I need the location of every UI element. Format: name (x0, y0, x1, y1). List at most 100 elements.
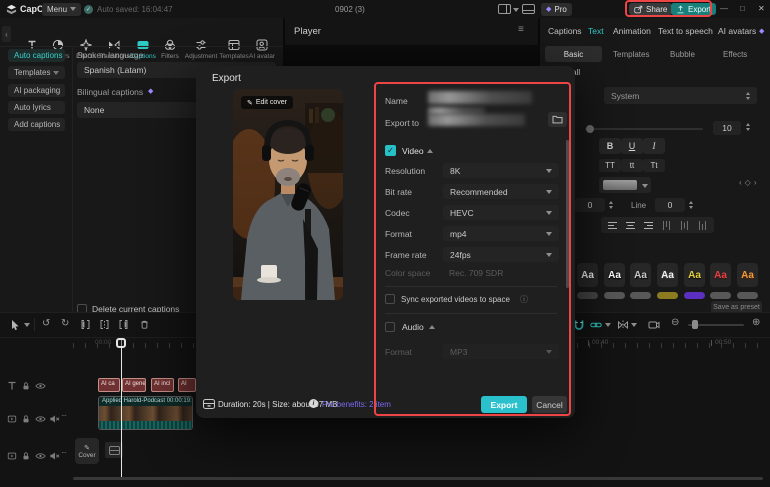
split-icon[interactable] (99, 319, 110, 330)
minimize-button[interactable]: — (720, 4, 728, 13)
keyframe-control[interactable]: ‹◇› (739, 178, 760, 187)
mute-icon[interactable] (49, 451, 60, 461)
tab-ai-avatars[interactable]: AI avatars (718, 26, 756, 36)
color-preset-4[interactable] (657, 292, 678, 299)
pro-button[interactable]: ◆ Pro (541, 3, 572, 16)
tool-filters[interactable]: Filters (154, 39, 186, 64)
italic-button[interactable]: I (643, 138, 665, 154)
color-preset-3[interactable] (630, 292, 651, 299)
playhead-handle[interactable] (116, 338, 126, 348)
text-preset-7[interactable]: Aa (737, 263, 758, 287)
caption-clip[interactable]: AI (178, 378, 196, 392)
sidebar-item-auto-lyrics[interactable]: Auto lyrics (8, 101, 65, 114)
font-family-select[interactable]: System (604, 87, 757, 104)
tab-animation[interactable]: Animation (613, 26, 651, 36)
lock-icon[interactable] (21, 414, 31, 424)
color-preset-7[interactable] (737, 292, 758, 299)
text-preset-2[interactable]: Aa (604, 263, 625, 287)
layout-caret-icon[interactable] (513, 8, 519, 12)
eye-icon[interactable] (35, 451, 46, 461)
cover-button[interactable]: ✎ Cover (75, 438, 99, 464)
text-preset-4[interactable]: Aa (657, 263, 678, 287)
align-right-icon[interactable] (643, 220, 654, 231)
sidebar-item-auto-captions[interactable]: Auto captions (8, 49, 65, 62)
text-preset-1[interactable]: Aa (577, 263, 598, 287)
align-left-icon[interactable] (607, 220, 618, 231)
uppercase-button[interactable]: TT (599, 159, 621, 172)
render-preview-icon[interactable] (648, 319, 660, 331)
select-tool-caret-icon[interactable] (24, 323, 30, 327)
color-preset-2[interactable] (604, 292, 625, 299)
link-caret-icon[interactable] (605, 323, 611, 327)
export-confirm-button[interactable]: Export (481, 396, 527, 413)
zoom-in-icon[interactable]: ⊕ (752, 318, 760, 328)
tab-text-to-speech[interactable]: Text to speech (658, 26, 713, 36)
menu-button[interactable]: Menu (42, 3, 81, 16)
mute-icon[interactable] (49, 414, 60, 424)
line-spacing-value[interactable]: 0 (655, 198, 685, 212)
collapse-audio-icon[interactable] (429, 325, 435, 329)
text-preset-3[interactable]: Aa (630, 263, 651, 287)
eye-icon[interactable] (35, 414, 46, 424)
export-button-top[interactable]: Export (671, 3, 716, 15)
close-button[interactable]: ✕ (758, 4, 765, 13)
eye-icon[interactable] (35, 381, 46, 391)
format-select[interactable]: mp4 (443, 226, 559, 241)
tab-text[interactable]: Text (588, 26, 604, 36)
track-more-icon[interactable]: ··· (61, 411, 66, 420)
valign-bottom-icon[interactable] (697, 220, 708, 231)
pro-benefits-link[interactable]: Pro benefits: 2 item (322, 400, 391, 409)
player-menu-icon[interactable]: ≡ (518, 24, 524, 35)
subtab-effects[interactable]: Effects (723, 50, 747, 59)
maximize-button[interactable]: □ (740, 4, 745, 13)
font-size-slider-handle[interactable] (586, 125, 594, 133)
mirror-clip-icon[interactable] (617, 319, 629, 331)
dialog-scrollbar[interactable] (566, 140, 569, 288)
valign-top-icon[interactable] (661, 220, 672, 231)
sidebar-item-ai-packaging[interactable]: AI packaging (8, 84, 65, 97)
letter-spacing-stepper[interactable] (609, 201, 613, 209)
line-spacing-stepper[interactable] (689, 201, 693, 209)
split-right-icon[interactable] (118, 319, 129, 330)
framerate-select[interactable]: 24fps (443, 247, 559, 262)
text-preset-5[interactable]: Aa (684, 263, 705, 287)
font-size-stepper[interactable] (746, 123, 750, 131)
keyframe-diamond-icon[interactable]: ◇ (745, 178, 754, 187)
timeline-zoom-handle[interactable] (692, 320, 698, 329)
edit-cover-button[interactable]: ✎ Edit cover (241, 96, 293, 109)
zoom-out-icon[interactable]: ⊖ (671, 318, 679, 328)
subtab-basic[interactable]: Basic (545, 46, 602, 62)
tab-captions[interactable]: Captions (548, 26, 582, 36)
subtab-templates[interactable]: Templates (613, 50, 649, 59)
redo-button[interactable]: ↻ (61, 319, 69, 329)
name-value-redacted[interactable] (428, 91, 532, 104)
browse-folder-button[interactable] (548, 112, 567, 127)
undo-button[interactable]: ↺ (42, 319, 50, 329)
sync-to-space-checkbox[interactable] (385, 294, 395, 304)
tool-ai-avatar[interactable]: AI avatar (246, 39, 278, 64)
mirror-caret-icon[interactable] (631, 323, 637, 327)
caption-clip[interactable]: AI ca (98, 378, 120, 392)
font-size-value[interactable]: 10 (713, 121, 741, 135)
caption-clip[interactable]: AI gene (122, 378, 146, 392)
sidebar-item-templates[interactable]: Templates (8, 66, 65, 79)
bitrate-select[interactable]: Recommended (443, 184, 559, 199)
video-checkbox[interactable]: ✓ (385, 145, 396, 156)
lowercase-button[interactable]: tt (621, 159, 643, 172)
underline-button[interactable]: U (621, 138, 643, 154)
collapse-panel-button[interactable]: ‹ (2, 26, 11, 42)
collapse-video-icon[interactable] (427, 149, 433, 153)
letter-spacing-value[interactable]: 0 (575, 198, 605, 212)
delete-icon[interactable] (139, 319, 150, 330)
playhead-line[interactable] (121, 339, 122, 477)
info-icon[interactable]: ⓘ (520, 294, 528, 305)
resolution-select[interactable]: 8K (443, 163, 559, 178)
track-more-icon[interactable]: ··· (61, 448, 66, 457)
split-left-icon[interactable] (80, 319, 91, 330)
caption-clip[interactable]: AI incl (151, 378, 174, 392)
color-preset-1[interactable] (577, 292, 598, 299)
align-center-icon[interactable] (625, 220, 636, 231)
color-preset-5[interactable] (684, 292, 705, 299)
horizontal-scrollbar[interactable] (73, 477, 763, 480)
panel-layout-icon[interactable] (522, 4, 535, 14)
